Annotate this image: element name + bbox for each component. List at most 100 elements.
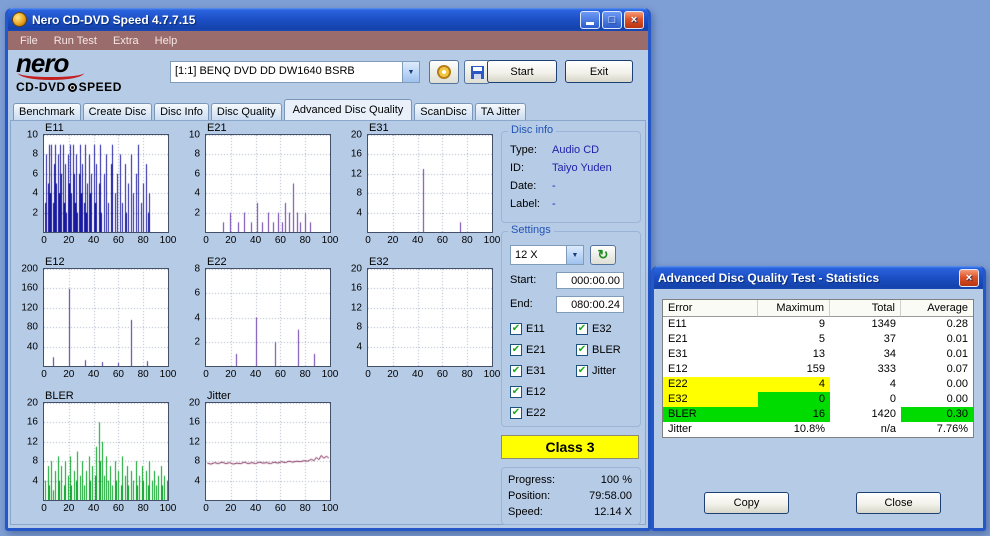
chart-title: E12 [45, 256, 65, 268]
checkbox-e32[interactable]: ✔E32 [576, 322, 612, 336]
checkbox-bler[interactable]: ✔BLER [576, 343, 621, 357]
checkbox-checked-icon: ✔ [510, 365, 522, 377]
checkbox-label: BLER [592, 344, 621, 356]
progress-label: Position: [508, 490, 550, 502]
stats-titlebar[interactable]: Advanced Disc Quality Test - Statistics … [654, 266, 983, 289]
info-label: ID: [510, 162, 524, 174]
x-axis-labels: 020406080100 [43, 235, 169, 247]
checkbox-e21[interactable]: ✔E21 [510, 343, 546, 357]
progress-value: 100 % [601, 474, 632, 486]
stats-cell-average: 0.00 [901, 392, 973, 407]
checkbox-e31[interactable]: ✔E31 [510, 364, 546, 378]
minimize-button[interactable] [580, 11, 600, 29]
disc-info-row: ID:Taiyo Yuden [510, 162, 640, 179]
close-button[interactable]: × [624, 11, 644, 29]
checkbox-e11[interactable]: ✔E11 [510, 322, 545, 336]
checkbox-e22[interactable]: ✔E22 [510, 406, 546, 420]
stats-cell-error: E32 [663, 392, 758, 407]
logo-subtitle: CD-DVD SPEED [16, 80, 166, 94]
stats-row[interactable]: BLER1614200.30 [663, 407, 973, 422]
maximize-button[interactable]: □ [602, 11, 622, 29]
logo-sub1: CD-DVD [16, 80, 66, 94]
stats-close-action-button[interactable]: Close [856, 492, 941, 514]
disc-info-row: Date:- [510, 180, 640, 197]
stats-row[interactable]: Jitter10.8%n/a7.76% [663, 422, 973, 437]
tab-benchmark[interactable]: Benchmark [13, 103, 81, 120]
x-axis-labels: 020406080100 [367, 235, 493, 247]
stats-row[interactable]: E3113340.01 [663, 347, 973, 362]
chart-e31: E3120161284020406080100 [337, 123, 497, 255]
chevron-down-icon[interactable]: ▼ [566, 246, 583, 264]
close-icon: × [631, 14, 637, 26]
disc-info-group: Disc info Type:Audio CDID:Taiyo YudenDat… [501, 131, 641, 223]
main-titlebar[interactable]: Nero CD-DVD Speed 4.7.7.15 □ × [8, 8, 648, 31]
stats-header-error: Error [663, 300, 758, 317]
statistics-window: Advanced Disc Quality Test - Statistics … [651, 266, 986, 531]
speed-select[interactable]: 12 X ▼ [510, 245, 584, 265]
stats-cell-total: n/a [830, 422, 901, 437]
checkbox-jitter[interactable]: ✔Jitter [576, 364, 616, 378]
chevron-down-icon[interactable]: ▼ [402, 62, 419, 82]
stats-cell-average: 0.07 [901, 362, 973, 377]
stats-cell-total: 333 [830, 362, 901, 377]
burn-button[interactable] [429, 60, 459, 84]
logo-sub2: SPEED [79, 80, 122, 94]
copy-button[interactable]: Copy [704, 492, 789, 514]
info-label: Type: [510, 144, 537, 156]
stats-cell-average: 0.30 [901, 407, 973, 422]
stats-row[interactable]: E121593330.07 [663, 362, 973, 377]
start-time-field[interactable] [556, 272, 624, 289]
y-axis-labels: 20161284 [337, 268, 365, 365]
y-axis-labels: 8642 [175, 268, 203, 365]
stats-header-row: ErrorMaximumTotalAverage [663, 300, 973, 317]
menu-run-test[interactable]: Run Test [46, 33, 105, 49]
info-value: Audio CD [552, 144, 599, 156]
checkbox-label: E21 [526, 344, 546, 356]
menu-extra[interactable]: Extra [105, 33, 147, 49]
x-axis-labels: 020406080100 [205, 503, 331, 515]
y-axis-labels: 2001601208040 [13, 268, 41, 365]
checkbox-checked-icon: ✔ [576, 323, 588, 335]
tab-create-disc[interactable]: Create Disc [83, 103, 152, 120]
menu-file[interactable]: File [12, 33, 46, 49]
stats-body: ErrorMaximumTotalAverageE11913490.28E215… [654, 289, 983, 528]
stats-row[interactable]: E215370.01 [663, 332, 973, 347]
stats-close-button[interactable]: × [959, 269, 979, 287]
end-time-field[interactable] [556, 296, 624, 313]
chart-e12: E122001601208040020406080100 [13, 257, 173, 389]
stats-cell-maximum: 5 [758, 332, 830, 347]
exit-button[interactable]: Exit [565, 60, 633, 83]
stats-cell-total: 4 [830, 377, 901, 392]
stats-row[interactable]: E32000.00 [663, 392, 973, 407]
stats-cell-error: E11 [663, 317, 758, 332]
plot-area [367, 268, 493, 367]
checkbox-e12[interactable]: ✔E12 [510, 385, 546, 399]
tab-advanced-disc-quality[interactable]: Advanced Disc Quality [284, 99, 413, 120]
toolbar: nero CD-DVD SPEED [1:1] BENQ DVD DD DW16… [8, 50, 648, 96]
stats-header-maximum: Maximum [758, 300, 830, 317]
end-field-label: End: [510, 298, 533, 310]
tab-ta-jitter[interactable]: TA Jitter [475, 103, 527, 120]
stats-cell-maximum: 13 [758, 347, 830, 362]
start-button[interactable]: Start [487, 60, 557, 83]
chart-title: E31 [369, 122, 389, 134]
drive-select[interactable]: [1:1] BENQ DVD DD DW1640 BSRB ▼ [170, 61, 420, 83]
stats-row[interactable]: E22440.00 [663, 377, 973, 392]
disc-info-row: Type: Audio CD [510, 144, 640, 161]
refresh-button[interactable]: ↻ [590, 245, 616, 265]
checkbox-checked-icon: ✔ [576, 365, 588, 377]
y-axis-labels: 20161284 [175, 402, 203, 499]
tab-scandisc[interactable]: ScanDisc [414, 103, 472, 120]
stats-cell-total: 1349 [830, 317, 901, 332]
app-icon [12, 12, 27, 27]
stats-cell-maximum: 9 [758, 317, 830, 332]
stats-cell-average: 0.01 [901, 347, 973, 362]
tab-disc-quality[interactable]: Disc Quality [211, 103, 282, 120]
menu-help[interactable]: Help [147, 33, 186, 49]
stats-row[interactable]: E11913490.28 [663, 317, 973, 332]
tab-disc-info[interactable]: Disc Info [154, 103, 209, 120]
stats-cell-maximum: 16 [758, 407, 830, 422]
x-axis-labels: 020406080100 [205, 235, 331, 247]
plot-area [205, 268, 331, 367]
refresh-icon: ↻ [598, 247, 609, 263]
